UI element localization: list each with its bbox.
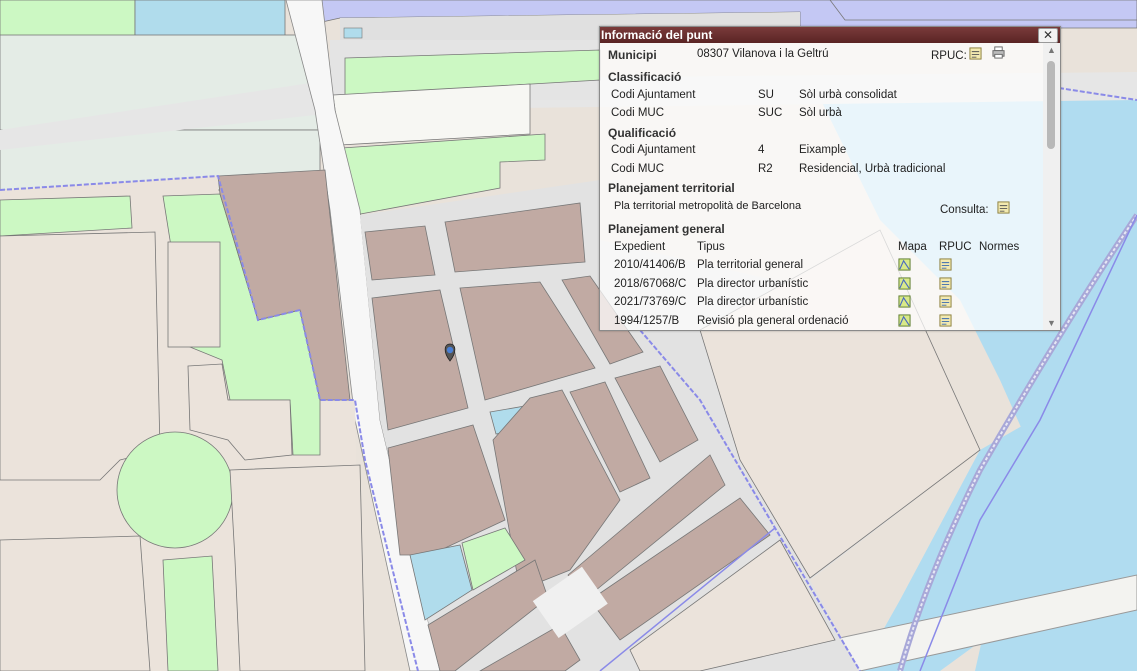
col-expedient: Expedient [614, 241, 666, 253]
document-icon[interactable] [939, 258, 952, 271]
document-icon[interactable] [997, 201, 1010, 214]
small-water-top [343, 27, 363, 39]
close-icon[interactable]: ✕ [1038, 28, 1058, 43]
pg-row-2-expedient: 2018/67068/C [614, 278, 687, 290]
map-icon[interactable] [898, 277, 911, 290]
map-icon[interactable] [898, 295, 911, 308]
popup-content: Municipi 08307 Vilanova i la Geltrú RPUC… [600, 43, 1043, 330]
block-left-1 [0, 231, 161, 481]
popup-title: Informació del punt [601, 28, 713, 42]
planejament-general-heading: Planejament general [608, 222, 725, 236]
classif-row-2-label: Codi MUC [611, 107, 665, 119]
consulta-label: Consulta: [940, 204, 989, 216]
municipi-value: 08307 Vilanova i la Geltrú [697, 48, 829, 60]
qualif-row-1-desc: Eixample [799, 144, 847, 156]
classif-row-1-label: Codi Ajuntament [611, 89, 696, 101]
popup-body: Municipi 08307 Vilanova i la Geltrú RPUC… [600, 43, 1060, 330]
classificacio-heading: Classificació [608, 70, 682, 84]
pg-row-2-tipus: Pla director urbanístic [697, 278, 809, 290]
pin-dot [446, 346, 454, 354]
document-icon[interactable] [939, 277, 952, 290]
white-block-top [332, 83, 531, 146]
territorial-plan: Pla territorial metropolità de Barcelona [614, 200, 802, 212]
point-info-popup[interactable]: Informació del punt ✕ Municipi 08307 Vil… [599, 26, 1061, 331]
block-left-4 [229, 464, 366, 671]
green-left-3 [162, 555, 219, 671]
map-icon[interactable] [898, 314, 911, 327]
block-left-2 [167, 241, 221, 348]
pg-row-3-expedient: 2021/73769/C [614, 296, 687, 308]
pg-row-3-tipus: Pla director urbanístic [697, 296, 809, 308]
document-icon[interactable] [939, 314, 952, 327]
classif-row-2-desc: Sòl urbà [799, 107, 842, 119]
qualif-row-1-label: Codi Ajuntament [611, 144, 696, 156]
popup-titlebar[interactable]: Informació del punt ✕ [600, 27, 1060, 43]
municipi-label: Municipi [608, 48, 657, 62]
green-zone-top-left [0, 0, 136, 39]
pg-row-4-expedient: 1994/1257/B [614, 315, 680, 327]
scroll-down-icon[interactable]: ▼ [1043, 316, 1060, 330]
roundabout [116, 431, 234, 549]
popup-scrollbar[interactable]: ▲ ▼ [1043, 43, 1060, 330]
rpuc-label: RPUC: [931, 50, 967, 62]
block-left-5 [0, 535, 151, 671]
col-mapa: Mapa [898, 241, 927, 253]
qualificacio-heading: Qualificació [608, 126, 677, 140]
urban-block-1 [364, 225, 436, 281]
qualif-row-2-code: R2 [758, 163, 773, 175]
col-rpuc: RPUC [939, 241, 972, 253]
qualif-row-1-code: 4 [758, 144, 765, 156]
classif-row-1-code: SU [758, 89, 774, 101]
document-icon[interactable] [939, 295, 952, 308]
planejament-territorial-heading: Planejament territorial [608, 181, 735, 195]
col-tipus: Tipus [697, 241, 725, 253]
classif-row-1-desc: Sòl urbà consolidat [799, 89, 897, 101]
document-icon[interactable] [969, 47, 982, 60]
pg-row-1-tipus: Pla territorial general [697, 259, 804, 271]
pg-row-4-tipus: Revisió pla general ordenació [697, 315, 849, 327]
qualif-row-2-desc: Residencial, Urbà tradicional [799, 163, 946, 175]
printer-icon[interactable] [992, 46, 1005, 59]
pg-row-1-expedient: 2010/41406/B [614, 259, 686, 271]
classif-row-2-code: SUC [758, 107, 783, 119]
scroll-up-icon[interactable]: ▲ [1043, 43, 1060, 57]
purple-zone-top-right [829, 0, 1137, 21]
scroll-thumb[interactable] [1047, 61, 1055, 149]
qualif-row-2-label: Codi MUC [611, 163, 665, 175]
map-icon[interactable] [898, 258, 911, 271]
col-normes: Normes [979, 241, 1020, 253]
